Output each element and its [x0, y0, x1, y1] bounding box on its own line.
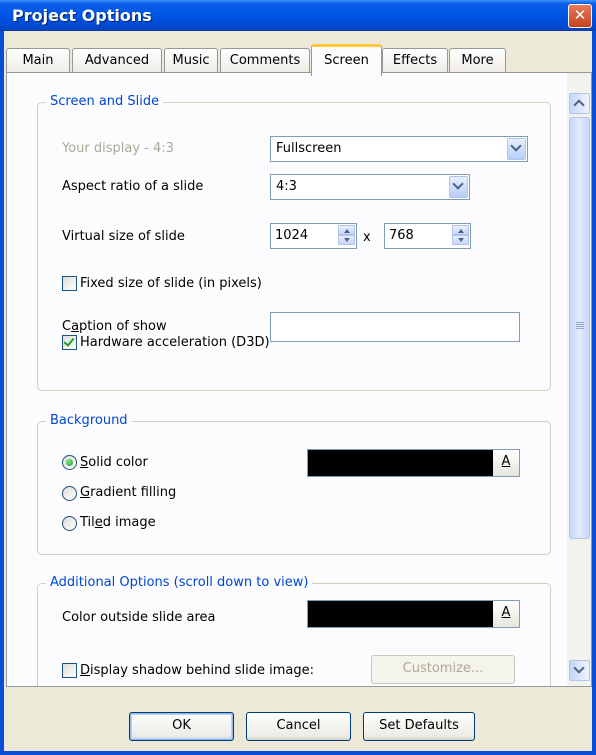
grip-icon	[576, 322, 584, 330]
your-display-select[interactable]: Fullscreen	[270, 136, 528, 162]
chevron-down-icon[interactable]	[449, 176, 468, 198]
fixed-size-checkbox[interactable]	[62, 276, 77, 291]
shadow-checkbox[interactable]	[62, 663, 77, 678]
spin-up-icon[interactable]	[338, 225, 355, 235]
solid-color-radio[interactable]	[62, 455, 77, 470]
scroll-content: Screen and Slide Your display - 4:3 Full…	[7, 73, 563, 686]
window-title: Project Options	[12, 6, 152, 25]
background-title: Background	[46, 413, 132, 428]
outside-color-swatch[interactable]	[307, 600, 494, 628]
tab-music[interactable]: Music	[164, 48, 218, 73]
tab-more[interactable]: More	[449, 48, 506, 73]
title-bar: Project Options ✕	[0, 0, 596, 31]
tab-comments[interactable]: Comments	[220, 48, 310, 73]
tab-effects[interactable]: Effects	[382, 48, 448, 73]
background-color-swatch[interactable]	[307, 449, 494, 477]
your-display-label: Your display - 4:3	[62, 141, 174, 156]
your-display-value: Fullscreen	[276, 141, 342, 156]
caption-label: Caption of show	[62, 319, 167, 334]
gradient-filling-label: Gradient filling	[80, 485, 177, 500]
background-color-button[interactable]: A	[493, 449, 520, 477]
fixed-size-label: Fixed size of slide (in pixels)	[80, 276, 262, 291]
outside-color-label: Color outside slide area	[62, 610, 216, 625]
tab-screen[interactable]: Screen	[311, 44, 382, 76]
vertical-scrollbar[interactable]	[567, 73, 591, 686]
hw-accel-label: Hardware acceleration (D3D)	[80, 335, 270, 350]
shadow-label: Display shadow behind slide image:	[80, 663, 314, 678]
tab-advanced[interactable]: Advanced	[72, 48, 162, 73]
outside-color-button[interactable]: A	[493, 600, 520, 628]
virtual-height-spin-buttons	[452, 225, 469, 245]
virtual-width-spin-buttons	[338, 225, 355, 245]
virtual-height-value: 768	[389, 228, 414, 243]
window-border-left	[0, 31, 4, 755]
virtual-width-value: 1024	[275, 228, 309, 243]
virtual-size-label: Virtual size of slide	[62, 229, 185, 244]
cancel-button[interactable]: Cancel	[246, 712, 351, 741]
hw-accel-checkbox[interactable]	[62, 335, 77, 350]
spin-down-icon[interactable]	[452, 235, 469, 245]
screen-tab-panel: Screen and Slide Your display - 4:3 Full…	[6, 72, 592, 687]
scroll-up-icon[interactable]	[569, 93, 590, 114]
tiled-image-label: Tiled image	[80, 515, 156, 530]
customize-button[interactable]: Customize...	[371, 655, 515, 684]
gradient-filling-radio[interactable]	[62, 486, 77, 501]
tiled-image-radio[interactable]	[62, 516, 77, 531]
aspect-ratio-label: Aspect ratio of a slide	[62, 179, 204, 194]
virtual-width-stepper[interactable]: 1024	[270, 223, 357, 249]
window-border-bottom	[0, 751, 596, 755]
scroll-down-icon[interactable]	[569, 660, 590, 681]
ok-button[interactable]: OK	[129, 712, 234, 741]
project-options-window: Project Options ✕ Main Advanced Music Co…	[0, 0, 596, 755]
size-separator: x	[363, 230, 371, 245]
aspect-ratio-select[interactable]: 4:3	[270, 174, 470, 200]
screen-and-slide-title: Screen and Slide	[46, 94, 164, 109]
chevron-down-icon[interactable]	[507, 138, 526, 160]
close-icon[interactable]: ✕	[568, 4, 592, 28]
window-border-right	[592, 31, 596, 755]
aspect-ratio-value: 4:3	[276, 179, 297, 194]
tab-main[interactable]: Main	[6, 48, 70, 73]
spin-down-icon[interactable]	[338, 235, 355, 245]
additional-options-title: Additional Options (scroll down to view)	[46, 575, 313, 590]
spin-up-icon[interactable]	[452, 225, 469, 235]
virtual-height-stepper[interactable]: 768	[384, 223, 471, 249]
caption-input[interactable]	[270, 312, 520, 342]
set-defaults-button[interactable]: Set Defaults	[363, 712, 475, 741]
scrollbar-thumb[interactable]	[569, 117, 590, 539]
solid-color-label: Solid color	[80, 455, 148, 470]
